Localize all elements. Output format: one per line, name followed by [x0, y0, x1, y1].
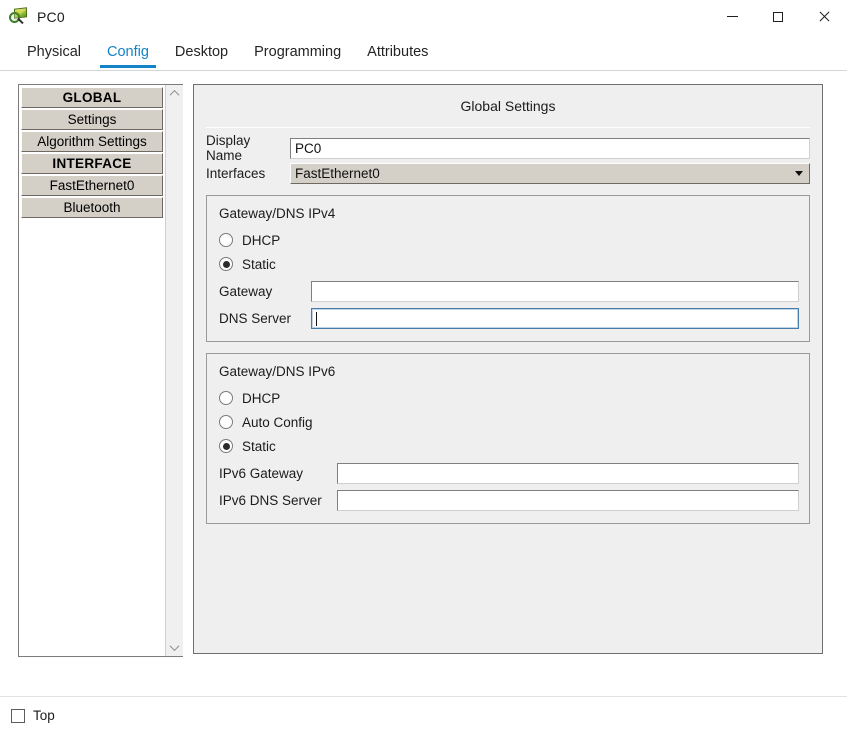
text-cursor: [316, 312, 317, 326]
config-sidebar: GLOBAL Settings Algorithm Settings INTER…: [18, 84, 183, 657]
ipv6-dhcp-option[interactable]: DHCP: [219, 386, 799, 410]
gateway-dns-ipv6-group: Gateway/DNS IPv6 DHCP Auto Config Static…: [206, 353, 810, 524]
display-name-row: Display Name PC0: [206, 137, 810, 159]
sidebar-item-algorithm-settings[interactable]: Algorithm Settings: [21, 131, 163, 152]
sidebar-header-global: GLOBAL: [21, 87, 163, 108]
scroll-down-button[interactable]: [166, 639, 183, 656]
ipv6-auto-config-label: Auto Config: [242, 415, 313, 430]
sidebar-item-list: GLOBAL Settings Algorithm Settings INTER…: [19, 85, 165, 656]
interfaces-selected-value: FastEthernet0: [295, 166, 380, 181]
tab-desktop[interactable]: Desktop: [162, 33, 241, 70]
ipv4-gateway-label: Gateway: [219, 284, 303, 299]
sidebar-item-fastethernet0[interactable]: FastEthernet0: [21, 175, 163, 196]
ipv6-static-label: Static: [242, 439, 276, 454]
ipv6-dns-label: IPv6 DNS Server: [219, 493, 329, 508]
content-area: GLOBAL Settings Algorithm Settings INTER…: [0, 71, 847, 696]
radio-selected-icon: [219, 257, 233, 271]
ipv6-gateway-label: IPv6 Gateway: [219, 466, 329, 481]
ipv6-static-option[interactable]: Static: [219, 434, 799, 458]
sidebar-header-interface: INTERFACE: [21, 153, 163, 174]
chevron-down-icon: [170, 641, 180, 651]
scrollbar-track[interactable]: [166, 102, 183, 639]
ipv4-gateway-input[interactable]: [311, 281, 799, 302]
ipv4-static-option[interactable]: Static: [219, 252, 799, 276]
ipv6-dhcp-label: DHCP: [242, 391, 280, 406]
ipv4-dhcp-option[interactable]: DHCP: [219, 228, 799, 252]
packet-tracer-device-icon: [9, 7, 29, 27]
window-title: PC0: [37, 9, 65, 25]
window-controls: [709, 0, 847, 33]
global-form: Display Name PC0 Interfaces FastEthernet…: [194, 128, 822, 184]
close-button[interactable]: [801, 0, 847, 33]
ipv4-static-label: Static: [242, 257, 276, 272]
window-footer: Top: [0, 696, 847, 734]
minimize-button[interactable]: [709, 0, 755, 33]
maximize-button[interactable]: [755, 0, 801, 33]
ipv4-dns-row: DNS Server: [219, 307, 799, 330]
display-name-label: Display Name: [206, 133, 290, 163]
top-checkbox[interactable]: [11, 709, 25, 723]
sidebar-item-settings[interactable]: Settings: [21, 109, 163, 130]
radio-icon: [219, 391, 233, 405]
interfaces-select[interactable]: FastEthernet0: [290, 163, 810, 184]
sidebar-item-bluetooth[interactable]: Bluetooth: [21, 197, 163, 218]
ipv4-dns-label: DNS Server: [219, 311, 303, 326]
global-settings-panel: Global Settings Display Name PC0 Interfa…: [193, 84, 823, 654]
ipv6-auto-config-option[interactable]: Auto Config: [219, 410, 799, 434]
gateway-dns-ipv4-group: Gateway/DNS IPv4 DHCP Static Gateway DNS…: [206, 195, 810, 342]
ipv6-dns-row: IPv6 DNS Server: [219, 489, 799, 512]
ipv6-gateway-row: IPv6 Gateway: [219, 462, 799, 485]
ipv4-gateway-row: Gateway: [219, 280, 799, 303]
interfaces-label: Interfaces: [206, 166, 290, 181]
panel-title: Global Settings: [194, 85, 822, 127]
tab-attributes[interactable]: Attributes: [354, 33, 441, 70]
tab-config[interactable]: Config: [94, 33, 162, 70]
radio-selected-icon: [219, 439, 233, 453]
tab-programming[interactable]: Programming: [241, 33, 354, 70]
ipv6-gateway-input[interactable]: [337, 463, 799, 484]
pc-config-window: PC0 Physical Config Desktop Programming …: [0, 0, 847, 734]
interfaces-row: Interfaces FastEthernet0: [206, 162, 810, 184]
radio-icon: [219, 415, 233, 429]
scroll-up-button[interactable]: [166, 85, 183, 102]
minimize-icon: [727, 16, 738, 17]
close-icon: [818, 11, 830, 23]
display-name-input[interactable]: PC0: [290, 138, 810, 159]
ipv6-dns-input[interactable]: [337, 490, 799, 511]
tab-physical[interactable]: Physical: [14, 33, 94, 70]
ipv4-dhcp-label: DHCP: [242, 233, 280, 248]
title-bar: PC0: [0, 0, 847, 33]
chevron-up-icon: [170, 90, 180, 100]
tab-bar: Physical Config Desktop Programming Attr…: [0, 33, 847, 71]
chevron-down-icon: [795, 171, 803, 176]
ipv4-group-title: Gateway/DNS IPv4: [219, 206, 799, 221]
ipv6-group-title: Gateway/DNS IPv6: [219, 364, 799, 379]
top-checkbox-label: Top: [33, 708, 55, 723]
sidebar-scrollbar[interactable]: [165, 85, 182, 656]
radio-icon: [219, 233, 233, 247]
ipv4-dns-input[interactable]: [311, 308, 799, 329]
maximize-icon: [773, 12, 783, 22]
